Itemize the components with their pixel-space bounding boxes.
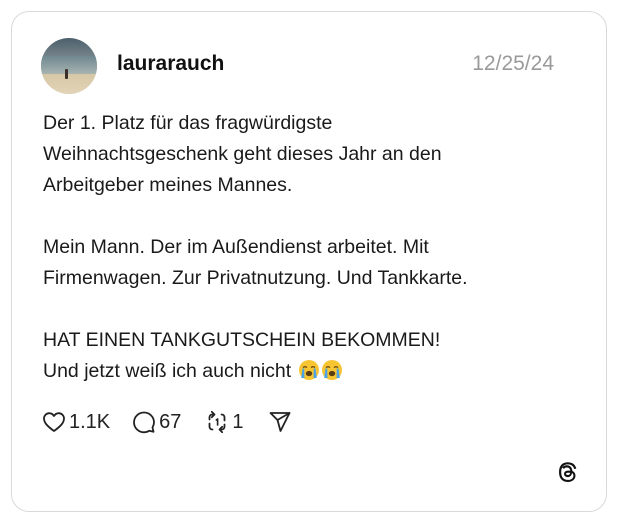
post-actions: 1.1K 67 1 <box>42 409 292 435</box>
post-body: Der 1. Platz für das fragwürdigste Weihn… <box>43 108 583 387</box>
avatar-sand <box>41 74 97 94</box>
like-count: 1.1K <box>69 411 111 433</box>
author-username[interactable]: laurarauch <box>117 52 224 76</box>
body-line: Mein Mann. Der im Außendienst arbeitet. … <box>43 236 429 258</box>
like-button[interactable]: 1.1K <box>42 409 110 435</box>
body-line: Firmenwagen. Zur Privatnutzung. Und Tank… <box>43 267 468 289</box>
heart-icon <box>43 412 65 432</box>
loudly-crying-face-icon <box>321 360 342 380</box>
threads-logo-icon[interactable] <box>557 461 579 483</box>
repost-icon <box>209 410 226 434</box>
body-line: Der 1. Platz für das fragwürdigste <box>43 112 333 134</box>
repost-count: 1 <box>232 411 244 433</box>
post-date: 12/25/24 <box>472 52 554 75</box>
share-button[interactable] <box>268 409 292 435</box>
avatar-person <box>65 69 68 79</box>
comment-bubble-icon <box>133 411 156 434</box>
body-line: Weihnachtsgeschenk geht dieses Jahr an d… <box>43 143 442 165</box>
send-icon <box>269 412 290 432</box>
loudly-crying-face-icon <box>298 360 319 380</box>
avatar[interactable] <box>41 38 97 94</box>
reply-button[interactable]: 67 <box>132 409 181 435</box>
body-line: Arbeitgeber meines Mannes. <box>43 174 293 196</box>
avatar-sea <box>41 56 97 74</box>
repost-button[interactable]: 1 <box>205 409 244 435</box>
post-card: laurarauch 12/25/24 Der 1. Platz für das… <box>11 11 607 512</box>
body-line-with-emoji: Und jetzt weiß ich auch nicht <box>43 356 583 387</box>
body-line: Und jetzt weiß ich auch nicht <box>43 360 292 382</box>
reply-count: 67 <box>159 411 182 433</box>
body-line: HAT EINEN TANKGUTSCHEIN BEKOMMEN! <box>43 329 441 351</box>
